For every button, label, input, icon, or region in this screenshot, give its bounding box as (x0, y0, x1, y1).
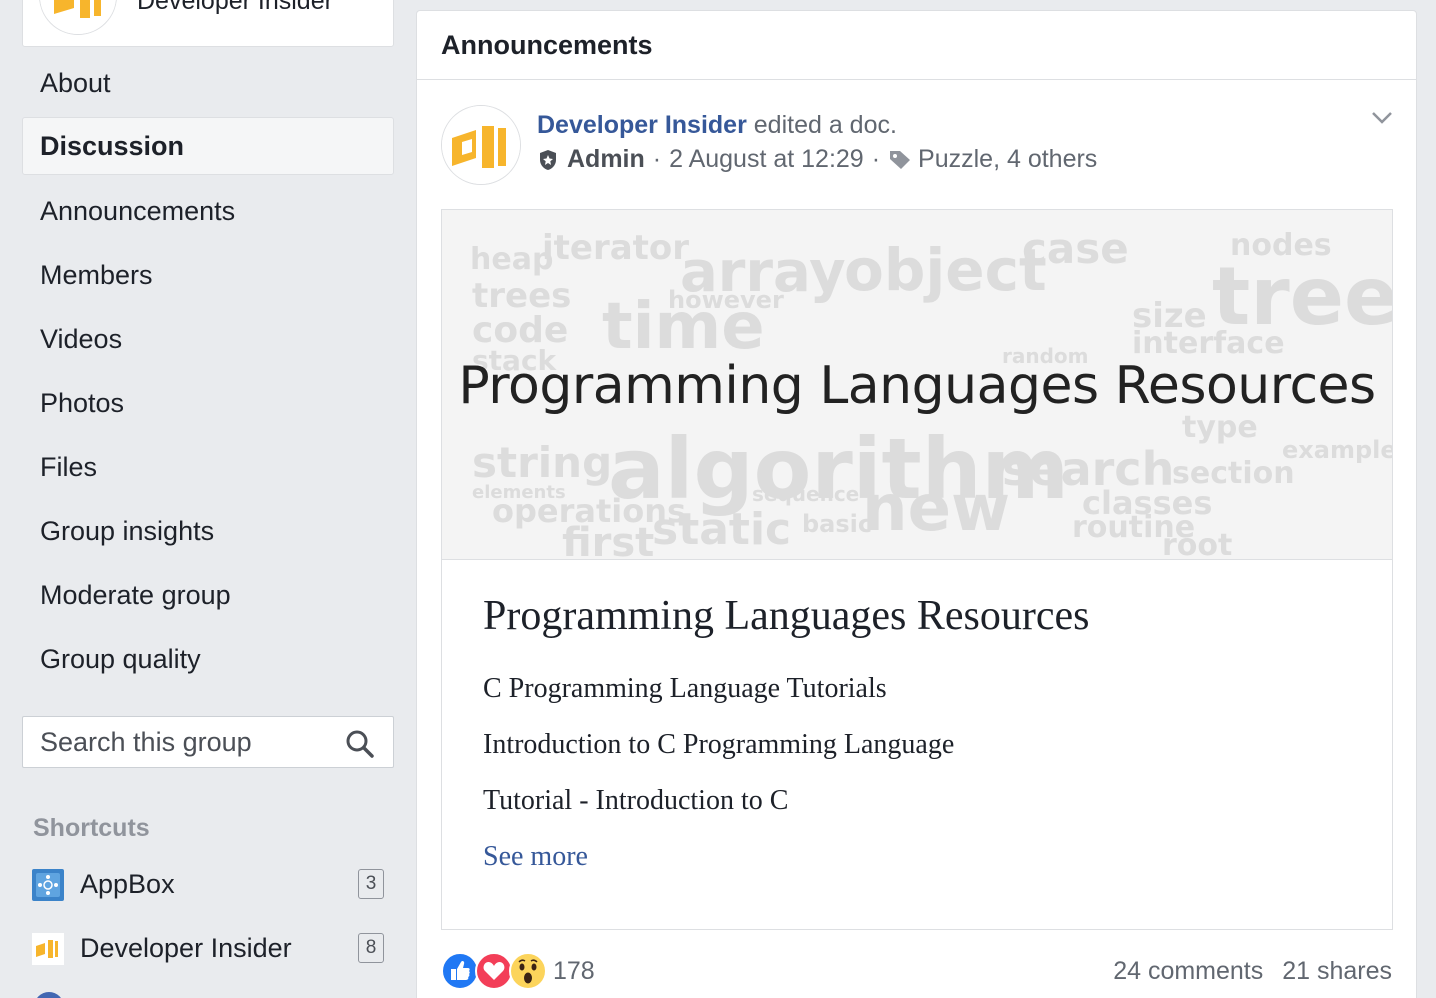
nav-item-group-insights[interactable]: Group insights (22, 502, 394, 560)
like-icon (441, 952, 479, 990)
author-avatar[interactable] (441, 105, 521, 185)
shortcut-label[interactable]: AppBox (80, 869, 175, 900)
left-sidebar: Developer Insider About Discussion Annou… (0, 0, 400, 998)
reactions-summary[interactable]: 178 (441, 951, 595, 991)
shortcut-appbox[interactable]: AppBox 3 (32, 865, 384, 905)
group-name[interactable]: Developer Insider (137, 0, 333, 16)
doc-line: C Programming Language Tutorials (483, 673, 887, 704)
meta-separator: · (871, 145, 881, 173)
wow-icon (509, 952, 547, 990)
doc-cover-image: heap iterator array object case nodes tr… (442, 210, 1392, 560)
admin-role-label: Admin (567, 145, 645, 173)
post-headline: Developer Insider edited a doc. (537, 111, 897, 140)
appbox-icon (32, 869, 64, 901)
nav-item-moderate-group[interactable]: Moderate group (22, 566, 394, 624)
author-name-link[interactable]: Developer Insider (537, 111, 747, 139)
group-header[interactable]: Developer Insider (22, 0, 394, 47)
shortcut-developer-insider[interactable]: Developer Insider 8 (32, 929, 384, 969)
nav-item-videos[interactable]: Videos (22, 310, 394, 368)
notification-count-badge: 3 (358, 869, 384, 899)
shortcut-icon-partial[interactable] (34, 992, 64, 998)
admin-badge-icon (540, 149, 556, 170)
post-stats: 24 comments 21 shares (1113, 957, 1392, 986)
post-action: edited a doc. (753, 111, 897, 139)
nav-item-about[interactable]: About (22, 54, 394, 112)
nav-item-announcements[interactable]: Announcements (22, 182, 394, 240)
post-topics-link[interactable]: Puzzle, 4 others (918, 145, 1097, 174)
nav-item-discussion[interactable]: Discussion (22, 117, 394, 175)
developer-insider-logo (39, 0, 117, 35)
developer-insider-logo (32, 933, 64, 965)
nav-item-files[interactable]: Files (22, 438, 394, 496)
doc-line: Introduction to C Programming Language (483, 729, 955, 760)
doc-preview: Programming Languages Resources C Progra… (483, 592, 1363, 874)
post-meta: Admin · 2 August at 12:29 · Puzzle, 4 ot… (537, 145, 1097, 174)
nav-item-group-quality[interactable]: Group quality (22, 630, 394, 688)
love-icon (475, 952, 513, 990)
group-search (22, 716, 394, 768)
shortcuts-heading: Shortcuts (33, 814, 150, 842)
doc-cover-title: Programming Languages Resources (458, 356, 1376, 416)
search-icon[interactable] (345, 729, 375, 759)
doc-title: Programming Languages Resources (483, 593, 1090, 639)
search-input[interactable] (40, 725, 340, 759)
announcements-panel: Announcements Developer Insider edited a… (416, 10, 1417, 998)
shortcut-label[interactable]: Developer Insider (80, 933, 292, 964)
panel-title: Announcements (417, 11, 1416, 80)
shares-count-link[interactable]: 21 shares (1282, 957, 1392, 985)
notification-count-badge: 8 (358, 933, 384, 963)
see-more-link[interactable]: See more (483, 840, 1363, 874)
doc-attachment[interactable]: heap iterator array object case nodes tr… (441, 209, 1393, 930)
chevron-down-icon[interactable] (1370, 109, 1394, 127)
doc-line: Tutorial - Introduction to C (483, 785, 789, 816)
reaction-count[interactable]: 178 (553, 957, 595, 986)
tag-icon (890, 150, 911, 169)
comments-count-link[interactable]: 24 comments (1113, 957, 1263, 985)
meta-separator: · (652, 145, 662, 173)
nav-item-photos[interactable]: Photos (22, 374, 394, 432)
nav-item-members[interactable]: Members (22, 246, 394, 304)
post-timestamp-link[interactable]: 2 August at 12:29 (669, 145, 864, 174)
